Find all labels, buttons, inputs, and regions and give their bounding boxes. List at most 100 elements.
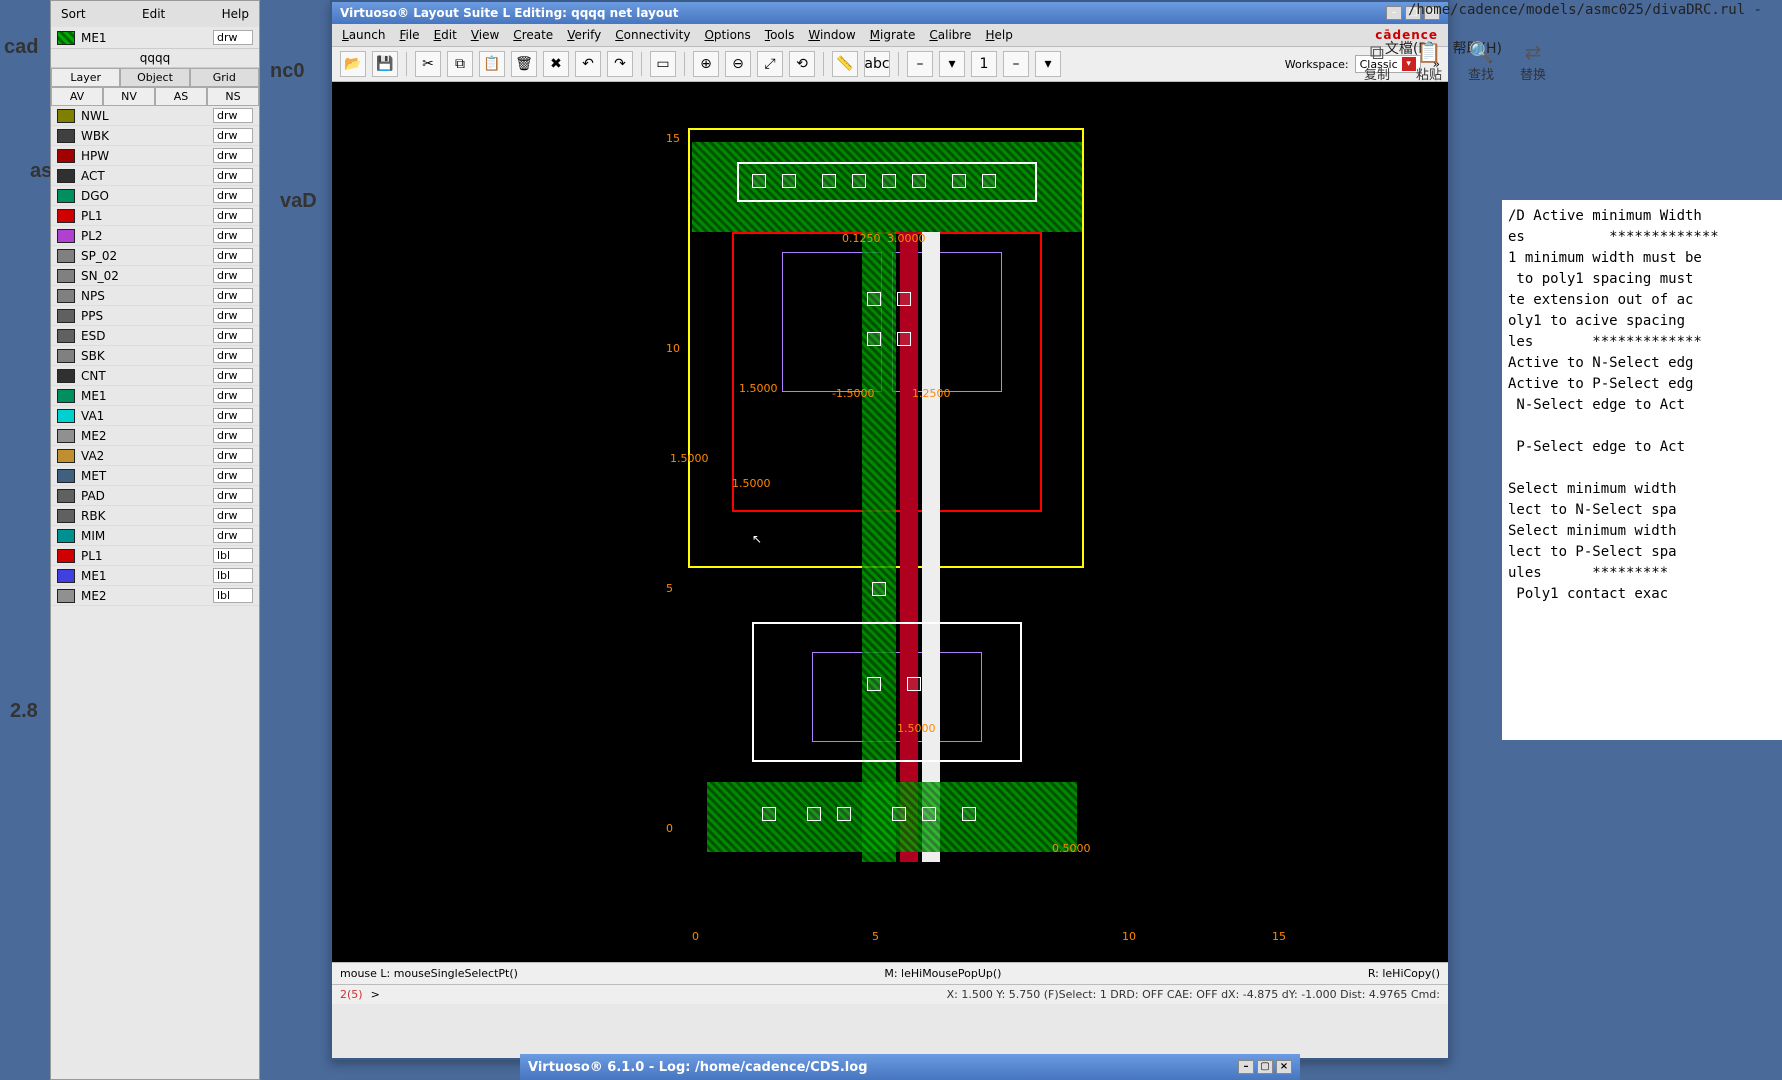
drc-log[interactable]: /D Active minimum Width es *************…	[1502, 200, 1782, 740]
paste-button[interactable]: 📋粘贴	[1416, 40, 1442, 83]
layer-purpose[interactable]: drw	[213, 488, 253, 503]
zoom-in-icon[interactable]: ⊕	[693, 51, 719, 77]
sel-icon[interactable]: ▭	[650, 51, 676, 77]
menu-help[interactable]: Help	[222, 7, 249, 21]
tab-grid[interactable]: Grid	[190, 68, 259, 87]
menu-tools[interactable]: Tools	[765, 28, 795, 42]
layer-item[interactable]: ME1drw	[51, 386, 259, 406]
layer-purpose[interactable]: drw	[213, 468, 253, 483]
menu-help[interactable]: Help	[985, 28, 1012, 42]
tab-layer[interactable]: Layer	[51, 68, 120, 87]
layer-purpose[interactable]: drw	[213, 348, 253, 363]
menu-view[interactable]: View	[471, 28, 499, 42]
filter-nv[interactable]: NV	[103, 87, 155, 106]
x-icon[interactable]: ✖	[543, 51, 569, 77]
cmd-prompt[interactable]: >	[371, 988, 380, 1001]
layer-purpose[interactable]: drw	[213, 388, 253, 403]
menu-verify[interactable]: Verify	[567, 28, 601, 42]
minimize-button[interactable]: –	[1386, 6, 1402, 20]
layer-purpose[interactable]: drw	[213, 248, 253, 263]
layer-item[interactable]: SP_02drw	[51, 246, 259, 266]
layer-purpose[interactable]: lbl	[213, 588, 253, 603]
copy-icon[interactable]: ⧉	[447, 51, 473, 77]
layer-item[interactable]: ME2drw	[51, 426, 259, 446]
drop-icon[interactable]: ▾	[939, 51, 965, 77]
layer-purpose[interactable]: drw	[213, 508, 253, 523]
layer-purpose[interactable]: drw	[213, 448, 253, 463]
tab-object[interactable]: Object	[120, 68, 189, 87]
--icon[interactable]: –	[907, 51, 933, 77]
menu-options[interactable]: Options	[704, 28, 750, 42]
layer-item[interactable]: PPSdrw	[51, 306, 259, 326]
layer-list[interactable]: NWLdrwWBKdrwHPWdrwACTdrwDGOdrwPL1drwPL2d…	[51, 106, 259, 606]
active-layer-purpose[interactable]: drw	[213, 30, 253, 45]
layer-item[interactable]: ME2lbl	[51, 586, 259, 606]
layer-purpose[interactable]: drw	[213, 148, 253, 163]
layer-purpose[interactable]: drw	[213, 328, 253, 343]
filter-as[interactable]: AS	[155, 87, 207, 106]
layer-purpose[interactable]: drw	[213, 268, 253, 283]
layer-purpose[interactable]: drw	[213, 108, 253, 123]
layer-purpose[interactable]: drw	[213, 168, 253, 183]
layer-item[interactable]: PL1drw	[51, 206, 259, 226]
layer-item[interactable]: NPSdrw	[51, 286, 259, 306]
layer-item[interactable]: ACTdrw	[51, 166, 259, 186]
replace-button[interactable]: ⇄替换	[1520, 40, 1546, 83]
--icon[interactable]: –	[1003, 51, 1029, 77]
abc-icon[interactable]: abc	[864, 51, 890, 77]
menu-edit[interactable]: Edit	[434, 28, 457, 42]
titlebar[interactable]: Virtuoso® Layout Suite L Editing: qqqq n…	[332, 2, 1448, 24]
layer-item[interactable]: PADdrw	[51, 486, 259, 506]
layer-item[interactable]: VA1drw	[51, 406, 259, 426]
layer-item[interactable]: ME1lbl	[51, 566, 259, 586]
paste-icon[interactable]: 📋	[479, 51, 505, 77]
layer-item[interactable]: RBKdrw	[51, 506, 259, 526]
ciw-close[interactable]: ×	[1276, 1060, 1292, 1074]
filter-av[interactable]: AV	[51, 87, 103, 106]
layer-purpose[interactable]: drw	[213, 288, 253, 303]
layer-purpose[interactable]: drw	[213, 228, 253, 243]
drop2-icon[interactable]: ▾	[1035, 51, 1061, 77]
menu-edit[interactable]: Edit	[142, 7, 165, 21]
layer-item[interactable]: VA2drw	[51, 446, 259, 466]
redo-icon[interactable]: ↷	[607, 51, 633, 77]
ciw-maximize[interactable]: ▢	[1257, 1060, 1273, 1074]
ciw-minimize[interactable]: –	[1238, 1060, 1254, 1074]
layout-canvas[interactable]: 15 10 5 0	[332, 82, 1448, 962]
layer-purpose[interactable]: lbl	[213, 548, 253, 563]
find-button[interactable]: 🔍查找	[1468, 40, 1494, 83]
layer-item[interactable]: CNTdrw	[51, 366, 259, 386]
layer-item[interactable]: HPWdrw	[51, 146, 259, 166]
menu-calibre[interactable]: Calibre	[929, 28, 971, 42]
layer-item[interactable]: MIMdrw	[51, 526, 259, 546]
layer-purpose[interactable]: drw	[213, 428, 253, 443]
zoom-prev-icon[interactable]: ⟲	[789, 51, 815, 77]
layer-purpose[interactable]: drw	[213, 128, 253, 143]
undo-icon[interactable]: ↶	[575, 51, 601, 77]
ciw-window[interactable]: Virtuoso® 6.1.0 - Log: /home/cadence/CDS…	[520, 1054, 1300, 1080]
menu-window[interactable]: Window	[808, 28, 855, 42]
menu-sort[interactable]: Sort	[61, 7, 86, 21]
del-icon[interactable]: 🗑	[511, 51, 537, 77]
menu-connectivity[interactable]: Connectivity	[615, 28, 690, 42]
layer-purpose[interactable]: drw	[213, 368, 253, 383]
zoom-out-icon[interactable]: ⊖	[725, 51, 751, 77]
active-layer[interactable]: ME1 drw	[51, 27, 259, 49]
save-icon[interactable]: 💾	[372, 51, 398, 77]
cut-icon[interactable]: ✂	[415, 51, 441, 77]
layer-item[interactable]: NWLdrw	[51, 106, 259, 126]
1-icon[interactable]: 1	[971, 51, 997, 77]
layer-purpose[interactable]: drw	[213, 208, 253, 223]
ruler-icon[interactable]: 📏	[832, 51, 858, 77]
menu-launch[interactable]: Launch	[342, 28, 385, 42]
open-icon[interactable]: 📂	[340, 51, 366, 77]
menu-file[interactable]: File	[399, 28, 419, 42]
zoom-fit-icon[interactable]: ⤢	[757, 51, 783, 77]
layer-item[interactable]: SBKdrw	[51, 346, 259, 366]
layer-item[interactable]: WBKdrw	[51, 126, 259, 146]
menu-migrate[interactable]: Migrate	[870, 28, 916, 42]
layer-item[interactable]: PL1lbl	[51, 546, 259, 566]
layer-purpose[interactable]: drw	[213, 408, 253, 423]
layer-item[interactable]: METdrw	[51, 466, 259, 486]
layer-purpose[interactable]: drw	[213, 528, 253, 543]
